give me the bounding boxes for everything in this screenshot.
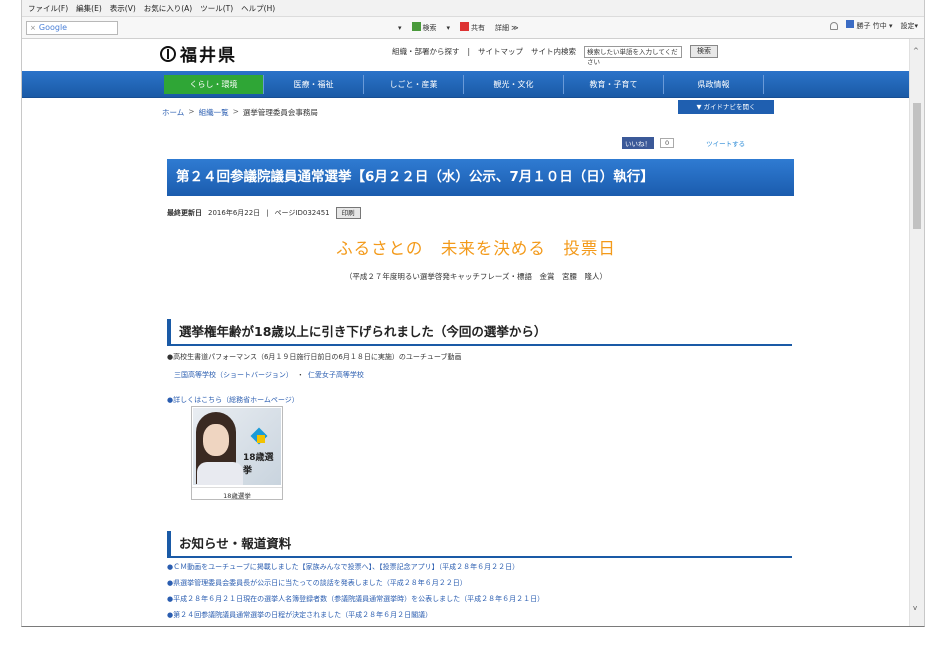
news-item[interactable]: ●ＣＭ動画をユーチューブに掲載しました【家族みんなで投票へ】、【投票記念アプリ】… — [167, 562, 519, 572]
toolbar-share[interactable]: 共有 — [460, 22, 485, 33]
toolbar-items: ▾ 検索 ▾ 共有 詳細 ≫ — [398, 22, 519, 33]
menu-bar: ファイル(F) 編集(E) 表示(V) お気に入り(A) ツール(T) ヘルプ(… — [22, 0, 924, 17]
page-meta: 最終更新日 2016年6月22日 | ページID032451 印刷 — [167, 207, 361, 219]
breadcrumb-home[interactable]: ホーム — [162, 107, 184, 118]
link-separator-dot: ・ — [296, 371, 304, 379]
menu-edit[interactable]: 編集(E) — [76, 3, 102, 14]
search-icon — [411, 22, 421, 31]
banner-shirt — [197, 462, 243, 485]
guide-navi-button[interactable]: ▼ ガイドナビを開く — [678, 100, 774, 114]
page-title: 第２４回参議院議員通常選挙【6月２２日（水）公示、7月１０日（日）執行】 — [167, 159, 794, 196]
section-heading-voting-age: 選挙権年齢が18歳以上に引き下げられました（今回の選挙から） — [167, 319, 792, 346]
banner-title: 18歳選挙 — [243, 453, 274, 476]
scroll-thumb[interactable] — [913, 103, 921, 229]
catchphrase-credit: （平成２７年度明るい選挙啓発キャッチフレーズ・標語 金賞 宮腰 隆人） — [344, 272, 608, 281]
nav-education[interactable]: 教育・子育て — [564, 75, 664, 94]
news-item[interactable]: ●平成２８年６月２１日現在の選挙人名簿登録者数（参議院議員通常選挙時）を公表しま… — [167, 594, 544, 604]
site-search-label: サイト内検索 — [531, 47, 577, 56]
site-logo[interactable]: 福井県 — [160, 41, 237, 66]
scroll-down-icon[interactable]: v — [913, 604, 917, 612]
breadcrumb-current: 選挙管理委員会事務局 — [242, 108, 318, 117]
video-links: 三国高等学校（ショートバージョン） ・ 仁愛女子高等学校 — [174, 370, 364, 380]
logo-text: 福井県 — [180, 46, 237, 66]
breadcrumb-org[interactable]: 組織一覧 — [199, 107, 229, 118]
nav-living[interactable]: くらし・環境 — [164, 75, 264, 94]
print-button[interactable]: 印刷 — [335, 207, 361, 219]
page-id-label: ページID — [274, 209, 303, 217]
web-page: 福井県 組織・部署から探す | サイトマップ サイト内検索 検索したい単語を入力… — [22, 39, 910, 626]
prefecture-emblem-icon — [160, 45, 176, 62]
link-details-mic[interactable]: ●詳しくはこちら（総務省ホームページ） — [167, 395, 299, 405]
close-icon[interactable]: × — [30, 22, 36, 34]
user-name: 勝子 竹中 ▾ — [856, 22, 893, 30]
toolbar-search-label: 検索 — [422, 24, 437, 32]
menu-view[interactable]: 表示(V) — [110, 3, 136, 14]
browser-window: ファイル(F) 編集(E) 表示(V) お気に入り(A) ツール(T) ヘルプ(… — [21, 0, 925, 627]
page-id: 032451 — [302, 209, 330, 217]
breadcrumb-sep: > — [188, 107, 195, 116]
catchphrase: ふるさとの 未来を決める 投票日 — [336, 239, 616, 258]
banner-caption: 18歳選挙 — [192, 487, 282, 500]
meta-sep: | — [266, 209, 269, 217]
google-search-box[interactable]: × Google — [26, 21, 118, 35]
user-menu[interactable]: 勝子 竹中 ▾ — [846, 20, 892, 31]
toolbar-right: 勝子 竹中 ▾ 設定▾ — [830, 20, 918, 31]
like-count: 0 — [660, 138, 675, 148]
google-toolbar: × Google ▾ 検索 ▾ 共有 詳細 ≫ 勝子 竹中 ▾ 設定▾ — [22, 17, 924, 39]
toolbar-share-label: 共有 — [471, 24, 486, 32]
banner-image: 18歳選挙 — [193, 408, 281, 485]
updated-label: 最終更新日 — [167, 209, 202, 217]
facebook-like-button[interactable]: いいね！ — [622, 137, 654, 149]
menu-favorites[interactable]: お気に入り(A) — [144, 3, 192, 14]
menu-file[interactable]: ファイル(F) — [28, 3, 68, 14]
tweet-button[interactable]: ツイートする — [706, 138, 745, 148]
breadcrumb-sep-2: > — [232, 107, 239, 116]
link-separator: | — [467, 47, 471, 56]
google-label: Google — [38, 23, 68, 32]
updated-date: 2016年6月22日 — [208, 209, 261, 217]
site-search-button[interactable]: 検索 — [690, 45, 719, 58]
user-icon — [846, 20, 855, 28]
nav-work[interactable]: しごと・産業 — [364, 75, 464, 94]
cube-logo-accent — [257, 435, 265, 443]
header-links: 組織・部署から探す | サイトマップ サイト内検索 検索したい単語を入力してくだ… — [392, 45, 719, 66]
global-nav: くらし・環境 医療・福祉 しごと・産業 観光・文化 教育・子育て 県政情報 — [22, 71, 910, 98]
toolbar-dropdown-2[interactable]: ▾ — [447, 24, 451, 32]
menu-help[interactable]: ヘルプ(H) — [241, 3, 275, 14]
nav-government[interactable]: 県政情報 — [664, 75, 764, 94]
menu-tools[interactable]: ツール(T) — [200, 3, 233, 14]
list-item: ●高校生書道パフォーマンス（6月１９日施行日前日の6月１８日に実施）のユーチュー… — [167, 353, 462, 361]
site-search-input[interactable]: 検索したい単語を入力してください — [584, 45, 683, 66]
news-item[interactable]: ●県選挙管理委員会委員長が公示日に当たっての談話を発表しました（平成２８年６月２… — [167, 578, 467, 588]
nav-tourism[interactable]: 観光・文化 — [464, 75, 564, 94]
section-heading-news: お知らせ・報道資料 — [167, 531, 792, 558]
share-icon — [460, 22, 470, 31]
news-item[interactable]: ●第２４回参議院議員通常選挙の日程が決定されました（平成２８年６月２日閣議） — [167, 610, 432, 620]
link-sitemap[interactable]: サイトマップ — [478, 46, 523, 57]
toolbar-dropdown[interactable]: ▾ — [398, 24, 402, 32]
vertical-scrollbar[interactable]: ^ v — [909, 39, 924, 626]
scroll-up-icon[interactable]: ^ — [913, 47, 919, 55]
link-organization[interactable]: 組織・部署から探す — [392, 46, 460, 57]
link-mikuni-high[interactable]: 三国高等学校（ショートバージョン） — [174, 370, 293, 380]
nav-medical[interactable]: 医療・福祉 — [264, 75, 364, 94]
banner-face — [203, 424, 229, 456]
breadcrumb: ホーム > 組織一覧 > 選挙管理委員会事務局 — [162, 107, 318, 118]
settings-button[interactable]: 設定▾ — [900, 21, 918, 31]
toolbar-search[interactable]: 検索 — [411, 22, 437, 33]
link-jin-ai-high[interactable]: 仁愛女子高等学校 — [308, 370, 364, 380]
social-buttons: いいね！ 0 ツイートする — [622, 137, 745, 149]
toolbar-more[interactable]: 詳細 ≫ — [495, 23, 519, 33]
bell-icon[interactable] — [830, 21, 839, 30]
banner-18-election[interactable]: 18歳選挙 18歳選挙 — [191, 406, 283, 500]
site-header: 福井県 組織・部署から探す | サイトマップ サイト内検索 検索したい単語を入力… — [160, 39, 806, 71]
